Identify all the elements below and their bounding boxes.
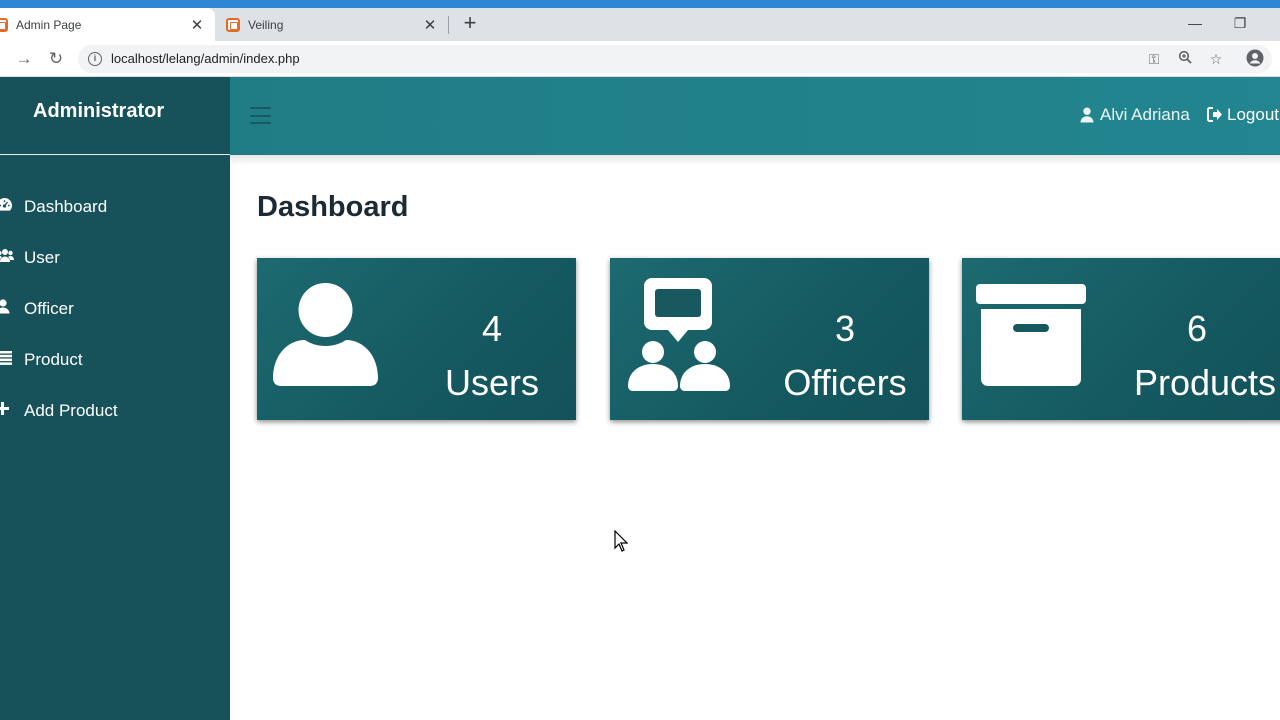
browser-toolbar: → ↻ i localhost/lelang/admin/index.php ⚿… [0, 41, 1280, 77]
sidebar-item-dashboard[interactable]: Dashboard [0, 181, 230, 232]
archive-box-icon [976, 284, 1086, 391]
sidebar-item-label: Dashboard [24, 196, 108, 216]
users-stat-card[interactable]: 4 Users [257, 258, 576, 420]
sign-out-icon [1207, 106, 1223, 124]
close-icon[interactable]: ✕ [187, 16, 207, 34]
url-text[interactable]: localhost/lelang/admin/index.php [111, 51, 300, 66]
sidebar-item-product[interactable]: Product [0, 334, 230, 385]
user-icon [1080, 106, 1096, 124]
officers-chat-icon [626, 278, 730, 397]
products-stat-card[interactable]: 6 Products [962, 258, 1280, 420]
dashboard-icon [0, 197, 20, 216]
officers-label: Officers [783, 362, 907, 403]
brand-title[interactable]: Administrator [0, 77, 230, 155]
reload-icon[interactable]: ↻ [44, 47, 68, 71]
tab-veiling[interactable]: Veiling ✕ [216, 8, 448, 41]
zoom-icon[interactable] [1175, 49, 1195, 69]
key-icon[interactable]: ⚿ [1144, 49, 1164, 69]
logout-link[interactable]: Logout [1207, 105, 1279, 125]
xampp-favicon-icon [226, 17, 240, 32]
list-icon [0, 350, 20, 369]
sidebar-item-user[interactable]: User [0, 232, 230, 283]
user-icon [0, 299, 20, 318]
sidebar: Administrator Dashboard User Officer Pro… [0, 77, 230, 720]
info-icon[interactable]: i [88, 52, 102, 66]
star-icon[interactable]: ☆ [1206, 49, 1226, 69]
tab-title: Admin Page [16, 17, 82, 32]
mouse-cursor-icon [614, 530, 628, 552]
tab-admin-page[interactable]: Admin Page ✕ [0, 8, 215, 41]
user-name: Alvi Adriana [1100, 105, 1190, 124]
new-tab-button[interactable]: + [458, 11, 482, 35]
main-content: Dashboard 4 Users 3 Officers 6 Products [230, 155, 1280, 720]
sidebar-item-label: User [24, 247, 60, 267]
logout-label: Logout [1227, 105, 1279, 124]
address-bar[interactable]: i localhost/lelang/admin/index.php ⚿ ☆ [78, 45, 1272, 73]
sidebar-item-label: Add Product [24, 400, 118, 420]
officers-count: 3 [834, 308, 856, 349]
officers-stat-card[interactable]: 3 Officers [610, 258, 929, 420]
restore-button[interactable]: ❐ [1225, 12, 1255, 34]
sidebar-item-label: Product [24, 349, 83, 369]
sidebar-menu: Dashboard User Officer Product Add Produ… [0, 155, 230, 436]
profile-icon[interactable] [1245, 49, 1265, 69]
hamburger-menu-icon[interactable] [250, 107, 271, 124]
sidebar-item-officer[interactable]: Officer [0, 283, 230, 334]
page-title: Dashboard [257, 191, 409, 223]
tab-strip: Admin Page ✕ Veiling ✕ + — ❐ [0, 8, 1280, 41]
minimize-button[interactable]: — [1180, 12, 1210, 34]
top-navbar: Alvi Adriana Logout [230, 77, 1280, 155]
products-label: Products [1133, 362, 1277, 403]
user-icon [272, 282, 379, 393]
users-icon [0, 248, 20, 267]
products-count: 6 [1186, 308, 1208, 349]
xampp-favicon-icon [0, 17, 8, 32]
users-label: Users [444, 362, 539, 403]
sidebar-item-add-product[interactable]: Add Product [0, 385, 230, 436]
tab-title: Veiling [248, 17, 284, 32]
users-count: 4 [481, 308, 503, 349]
sidebar-item-label: Officer [24, 298, 74, 318]
plus-icon [0, 402, 20, 419]
close-icon[interactable]: ✕ [420, 16, 440, 34]
window-titlebar [0, 0, 1280, 8]
tab-separator [448, 16, 449, 34]
user-profile-link[interactable]: Alvi Adriana [1080, 105, 1190, 125]
forward-arrow-icon[interactable]: → [12, 47, 36, 71]
